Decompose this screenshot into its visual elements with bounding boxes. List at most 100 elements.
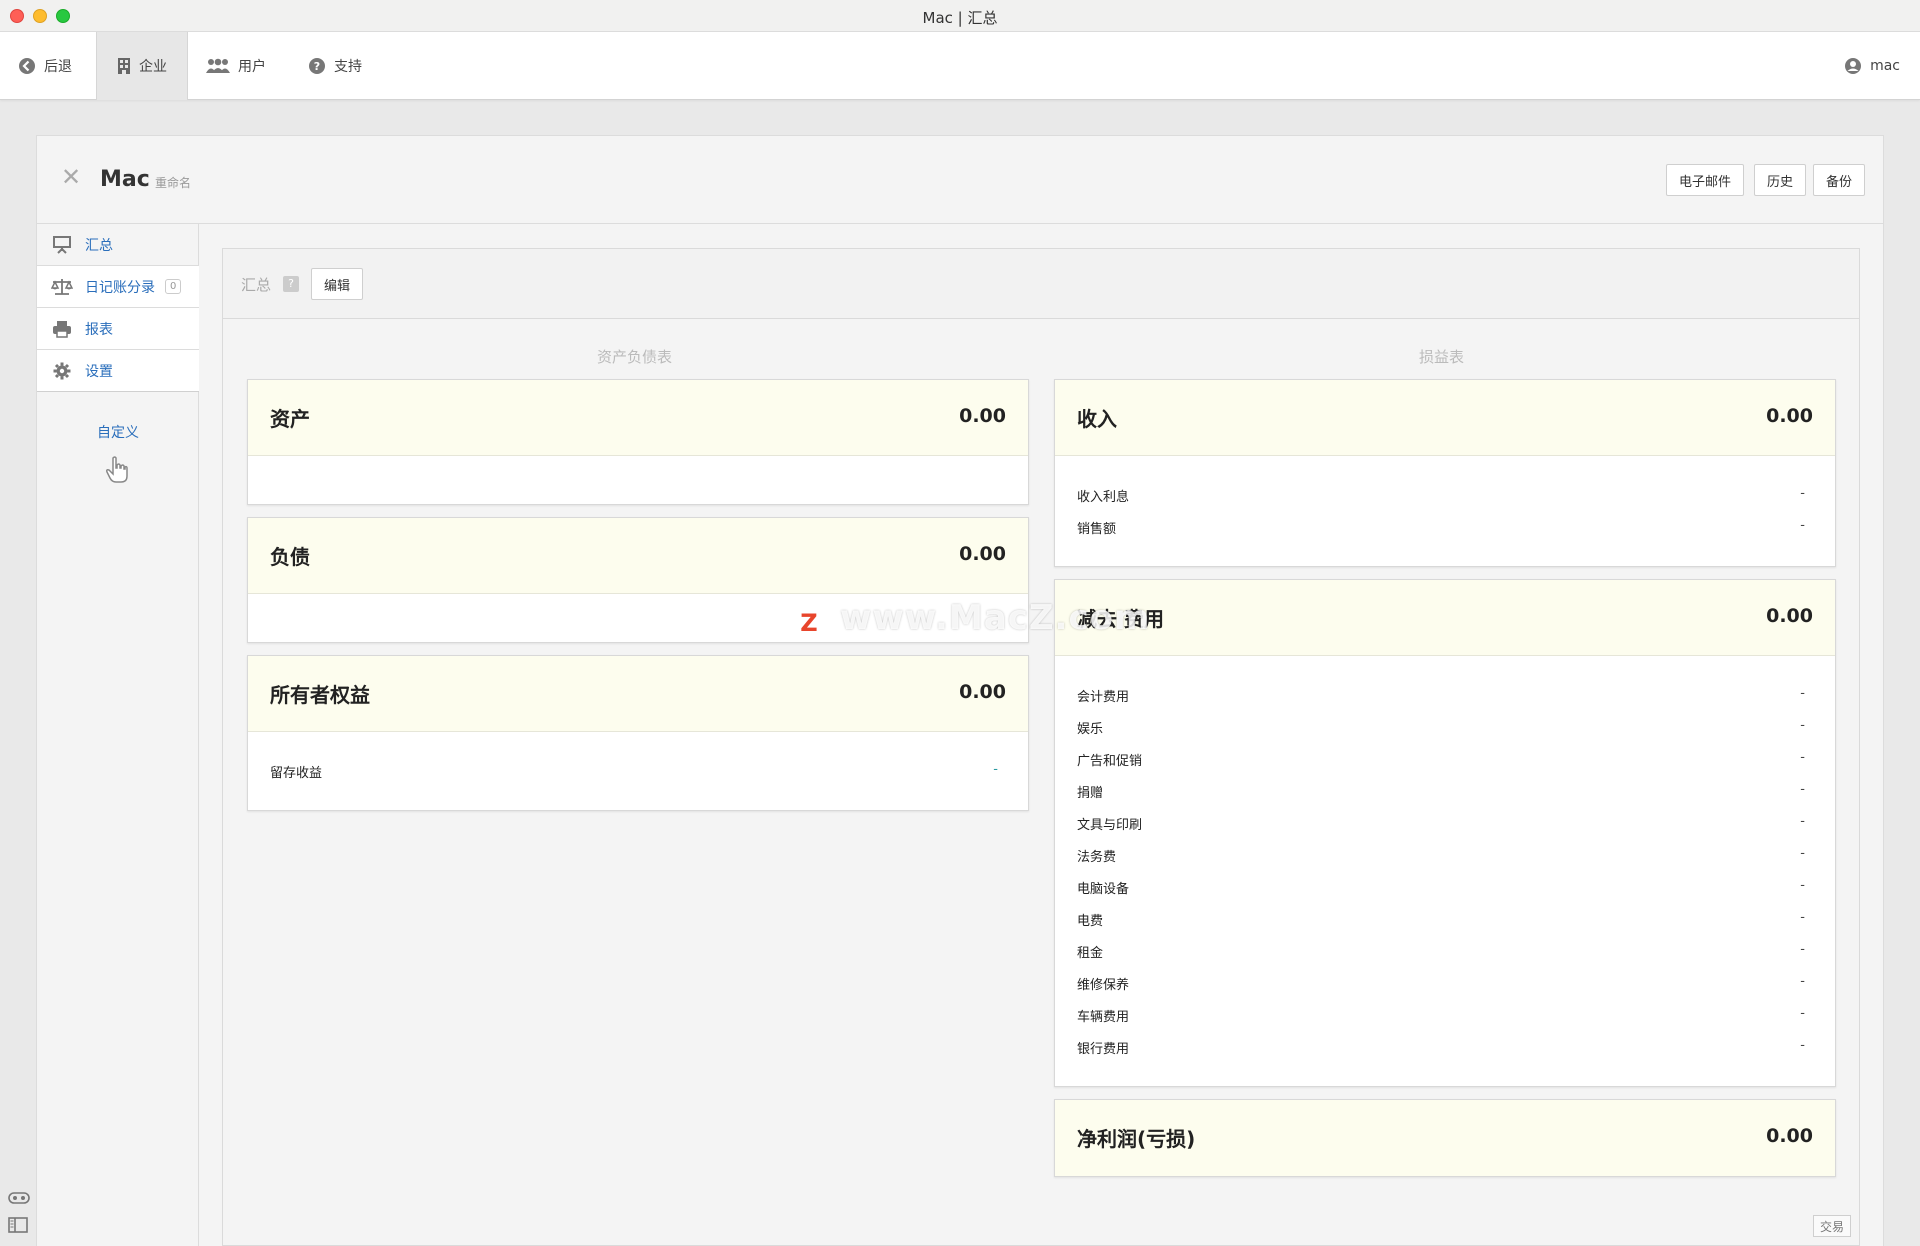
building-icon	[117, 57, 131, 75]
liabilities-header: 负债 0.00	[248, 518, 1028, 594]
users-tab[interactable]: 用户	[206, 32, 266, 100]
sidebar-item-summary[interactable]: 汇总	[37, 224, 199, 266]
equity-card[interactable]: 所有者权益 0.00 留存收益 -	[247, 655, 1029, 811]
users-icon	[206, 58, 230, 74]
journal-count-badge: 0	[165, 279, 182, 294]
main-toolbar: 后退 企业 用户 ? 支持 mac	[0, 32, 1920, 100]
support-tab[interactable]: ? 支持	[308, 32, 362, 100]
line-value: -	[1800, 686, 1805, 701]
line-label: 银行费用	[1077, 1042, 1130, 1057]
summary-label: 汇总	[241, 276, 272, 294]
sidebar-item-label: 设置	[85, 363, 113, 380]
collaboration-icon[interactable]	[8, 1190, 30, 1209]
edit-button[interactable]: 编辑	[311, 268, 364, 300]
line-value: -	[1800, 878, 1805, 893]
line-value: -	[1800, 814, 1805, 829]
income-title: 收入	[1077, 407, 1117, 431]
line-value: -	[1800, 486, 1805, 501]
close-icon[interactable]: ✕	[61, 165, 83, 189]
net-profit-title: 净利润(亏损)	[1077, 1127, 1196, 1151]
list-item[interactable]: 文具与印刷 -	[1055, 806, 1835, 838]
equity-title: 所有者权益	[270, 683, 370, 707]
business-header: ✕ Mac 重命名 电子邮件 历史 备份	[37, 136, 1883, 224]
company-tab[interactable]: 企业	[96, 32, 188, 100]
window-title: Mac | 汇总	[922, 9, 998, 27]
customize-link[interactable]: 自定义	[37, 422, 199, 442]
user-avatar-icon	[1844, 57, 1862, 75]
help-icon[interactable]: ?	[283, 276, 299, 292]
list-item[interactable]: 收入利息 -	[1055, 478, 1835, 510]
sidebar-item-label: 日记账分录	[85, 279, 155, 296]
line-value: -	[1800, 518, 1805, 533]
line-value: -	[1800, 942, 1805, 957]
expenses-card[interactable]: 减去 费用 0.00 会计费用 - 娱乐 - 广告和促销 - 捐赠 - 文具与印刷 - 法…	[1054, 579, 1836, 1087]
line-label: 电费	[1077, 914, 1104, 929]
backup-button[interactable]: 备份	[1813, 164, 1866, 196]
list-item[interactable]: 租金 -	[1055, 934, 1835, 966]
line-value: -	[1800, 1006, 1805, 1021]
back-button[interactable]: 后退	[18, 32, 72, 100]
line-label: 法务费	[1077, 850, 1117, 865]
list-item[interactable]: 维修保养 -	[1055, 966, 1835, 998]
list-item[interactable]: 会计费用 -	[1055, 678, 1835, 710]
gear-icon	[49, 362, 75, 380]
sidebar-item-settings[interactable]: 设置	[37, 350, 199, 392]
watermark-text: www.MacZ.com	[840, 598, 1151, 638]
income-statement-title: 损益表	[1419, 348, 1465, 366]
line-value: -	[1800, 846, 1805, 861]
assets-title: 资产	[270, 407, 310, 431]
list-item[interactable]: 留存收益 -	[248, 754, 1028, 786]
net-profit-value: 0.00	[1766, 1125, 1813, 1147]
list-item[interactable]: 销售额 -	[1055, 510, 1835, 542]
content-header: 汇总 ? 编辑	[223, 249, 1859, 319]
sidebar-item-reports[interactable]: 报表	[37, 308, 199, 350]
list-item[interactable]: 广告和促销 -	[1055, 742, 1835, 774]
sidebar-toggle-icon[interactable]	[8, 1217, 30, 1237]
list-item[interactable]: 电费 -	[1055, 902, 1835, 934]
assets-card[interactable]: 资产 0.00	[247, 379, 1029, 505]
bottom-left-icons	[8, 1190, 30, 1237]
list-item[interactable]: 娱乐 -	[1055, 710, 1835, 742]
line-label: 车辆费用	[1077, 1010, 1130, 1025]
svg-text:?: ?	[314, 60, 320, 73]
email-button[interactable]: 电子邮件	[1666, 164, 1745, 196]
rename-link[interactable]: 重命名	[155, 174, 191, 191]
scale-icon	[49, 278, 75, 296]
line-value: -	[1800, 910, 1805, 925]
liabilities-title: 负债	[270, 545, 310, 569]
income-card[interactable]: 收入 0.00 收入利息 - 销售额 -	[1054, 379, 1836, 567]
back-arrow-icon	[18, 57, 36, 75]
list-item[interactable]: 银行费用 -	[1055, 1030, 1835, 1062]
expenses-header: 减去 费用 0.00	[1055, 580, 1835, 656]
income-value: 0.00	[1766, 405, 1813, 427]
net-profit-header: 净利润(亏损) 0.00	[1055, 1100, 1835, 1176]
line-label: 文具与印刷	[1077, 818, 1143, 833]
assets-header: 资产 0.00	[248, 380, 1028, 456]
equity-value: 0.00	[959, 681, 1006, 703]
list-item[interactable]: 法务费 -	[1055, 838, 1835, 870]
line-label: 销售额	[1077, 522, 1117, 537]
user-menu[interactable]: mac	[1844, 32, 1900, 100]
list-item[interactable]: 电脑设备 -	[1055, 870, 1835, 902]
line-value: -	[993, 762, 998, 777]
help-circle-icon: ?	[308, 57, 326, 75]
line-label: 租金	[1077, 946, 1104, 961]
sidebar: 汇总 日记账分录 0 报表 设置 自定义	[37, 224, 199, 1246]
business-name: Mac	[100, 167, 150, 192]
line-value: -	[1800, 1038, 1805, 1053]
line-label: 电脑设备	[1077, 882, 1130, 897]
sidebar-item-journal[interactable]: 日记账分录 0	[37, 266, 199, 308]
sidebar-item-label: 汇总	[85, 237, 113, 254]
line-label: 维修保养	[1077, 978, 1130, 993]
line-label: 捐赠	[1077, 786, 1104, 801]
list-item[interactable]: 车辆费用 -	[1055, 998, 1835, 1030]
list-item[interactable]: 捐赠 -	[1055, 774, 1835, 806]
net-profit-card[interactable]: 净利润(亏损) 0.00	[1054, 1099, 1836, 1177]
line-label: 收入利息	[1077, 490, 1130, 505]
assets-value: 0.00	[959, 405, 1006, 427]
history-button[interactable]: 历史	[1754, 164, 1807, 196]
summary-content: 汇总 ? 编辑 资产负债表 资产 0.00 负债 0.00 所有者权益 0.00…	[222, 248, 1860, 1246]
transactions-button[interactable]: 交易	[1812, 1215, 1851, 1237]
line-value: -	[1800, 782, 1805, 797]
income-header: 收入 0.00	[1055, 380, 1835, 456]
